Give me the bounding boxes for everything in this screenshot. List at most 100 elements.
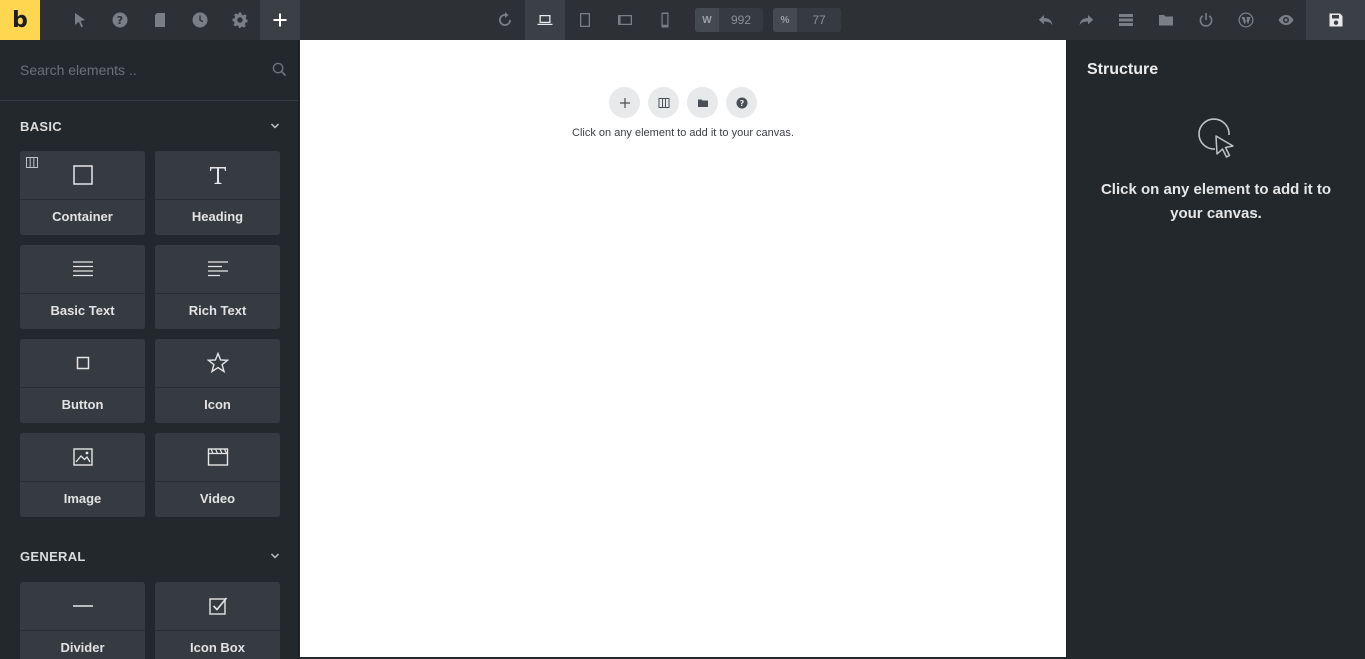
settings-icon[interactable] <box>220 0 260 40</box>
section-basic-header[interactable]: BASIC <box>20 116 280 136</box>
elements-panel: BASIC Container Heading Basic Text Rich … <box>0 40 299 659</box>
wordpress-icon-svg <box>1238 12 1254 28</box>
folder-icon[interactable] <box>1146 0 1186 40</box>
add-section-button[interactable] <box>648 87 679 118</box>
element-label: Image <box>63 491 102 506</box>
element-card-icon[interactable]: Icon <box>155 339 280 423</box>
element-label: Button <box>61 397 104 412</box>
svg-text:?: ? <box>117 14 123 27</box>
save-button[interactable] <box>1306 0 1365 40</box>
element-card-button[interactable]: Button <box>20 339 145 423</box>
undo-icon[interactable] <box>1026 0 1066 40</box>
element-card-image[interactable]: Image <box>20 433 145 517</box>
history-icon-svg <box>192 12 208 28</box>
reload-icon[interactable] <box>485 0 525 40</box>
templates-button[interactable] <box>687 87 718 118</box>
canvas-hint: Click on any element to add it to your c… <box>572 127 794 139</box>
top-toolbar: b ? W 992 % 77 <box>0 0 1365 40</box>
add-elements-button[interactable] <box>260 0 300 40</box>
element-card-basic-text[interactable]: Basic Text <box>20 245 145 329</box>
section-title: BASIC <box>20 118 62 134</box>
tablet-icon <box>580 13 590 27</box>
video-icon <box>155 433 280 482</box>
cursor-icon[interactable] <box>60 0 100 40</box>
element-label: Icon Box <box>190 640 245 655</box>
phone-view-button[interactable] <box>645 0 685 40</box>
phone-icon <box>661 12 669 28</box>
help-icon-svg: ? <box>112 12 128 28</box>
zoom-label: % <box>773 8 797 32</box>
heading-icon <box>155 151 280 200</box>
width-label: W <box>695 8 719 32</box>
undo-icon-svg <box>1038 15 1053 26</box>
svg-text:?: ? <box>739 99 744 108</box>
plus-icon <box>273 13 287 27</box>
tablet-view-button[interactable] <box>565 0 605 40</box>
button-icon <box>20 339 145 388</box>
redo-icon[interactable] <box>1066 0 1106 40</box>
tablet-landscape-icon <box>618 15 632 25</box>
search-icon[interactable] <box>272 62 287 77</box>
structure-hint: Click on any element to add it to your c… <box>1100 181 1332 222</box>
redo-icon-svg <box>1079 15 1094 26</box>
element-card-heading[interactable]: Heading <box>155 151 280 235</box>
section-title: GENERAL <box>20 548 86 564</box>
structure-panel: Structure Click on any element to add it… <box>1066 40 1365 659</box>
element-label: Container <box>52 209 113 224</box>
element-label: Basic Text <box>50 303 115 318</box>
laptop-icon <box>537 15 553 25</box>
element-card-divider[interactable]: Divider <box>20 582 145 659</box>
icon-box-icon <box>155 582 280 631</box>
preview-icon[interactable] <box>1266 0 1306 40</box>
element-card-rich-text[interactable]: Rich Text <box>155 245 280 329</box>
width-field[interactable]: W 992 <box>695 8 763 32</box>
laptop-view-button[interactable] <box>525 0 565 40</box>
width-value[interactable]: 992 <box>719 13 763 27</box>
tablet-landscape-view-button[interactable] <box>605 0 645 40</box>
add-element-button[interactable] <box>609 87 640 118</box>
element-label: Heading <box>191 209 244 224</box>
canvas-quick-actions: ? <box>609 87 757 118</box>
page-icon-svg <box>155 13 165 27</box>
star-icon <box>155 339 280 388</box>
wordpress-icon[interactable] <box>1226 0 1266 40</box>
help-button[interactable]: ? <box>726 87 757 118</box>
plus-icon <box>619 97 630 108</box>
element-label: Icon <box>204 397 231 412</box>
zoom-field[interactable]: % 77 <box>773 8 841 32</box>
chevron-down-icon <box>270 553 280 559</box>
structure-title: Structure <box>1087 61 1159 78</box>
element-card-icon-box[interactable]: Icon Box <box>155 582 280 659</box>
search-input[interactable] <box>20 60 260 80</box>
cursor-icon-svg <box>75 13 85 28</box>
folder-icon-svg <box>1159 15 1173 26</box>
element-card-container[interactable]: Container <box>20 151 145 235</box>
power-icon[interactable] <box>1186 0 1226 40</box>
reload-icon-svg <box>499 12 511 26</box>
builder-canvas[interactable]: ? Click on any element to add it to your… <box>300 40 1066 657</box>
rich-text-icon <box>155 245 280 294</box>
layers-icon-svg <box>1119 14 1133 26</box>
element-card-video[interactable]: Video <box>155 433 280 517</box>
divider-icon <box>20 582 145 631</box>
container-icon <box>20 151 145 200</box>
page-icon[interactable] <box>140 0 180 40</box>
element-label: Video <box>199 491 236 506</box>
layers-icon[interactable] <box>1106 0 1146 40</box>
element-label: Divider <box>60 640 105 655</box>
bricks-logo[interactable]: b <box>0 0 40 40</box>
chevron-down-icon <box>270 123 280 129</box>
folder-icon <box>697 99 708 107</box>
settings-icon-svg <box>232 12 248 28</box>
search-bar <box>0 40 298 101</box>
basic-text-icon <box>20 245 145 294</box>
power-icon-svg <box>1199 13 1213 27</box>
help-icon: ? <box>736 97 747 108</box>
preview-icon-svg <box>1278 15 1294 25</box>
element-label: Rich Text <box>188 303 247 318</box>
image-icon <box>20 433 145 482</box>
zoom-value[interactable]: 77 <box>797 13 841 27</box>
history-icon[interactable] <box>180 0 220 40</box>
help-icon[interactable]: ? <box>100 0 140 40</box>
section-general-header[interactable]: GENERAL <box>20 546 280 566</box>
